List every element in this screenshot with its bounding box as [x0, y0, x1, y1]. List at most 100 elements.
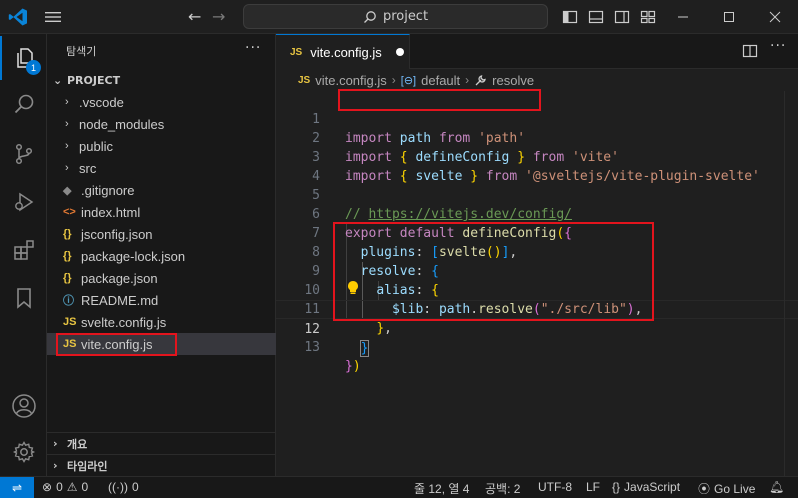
timeline-label: 타임라인 [67, 459, 108, 473]
explorer-title: 탐색기 [66, 45, 97, 58]
bell-icon: 🔔︎ [769, 480, 785, 494]
breadcrumb: JS vite.config.js › [⊖] default › resolv… [276, 69, 798, 91]
tree-item-package-lock[interactable]: {} package-lock.json [47, 245, 276, 267]
status-bar: ⇌ ⊗ 0 ⚠ 0 ((·)) 0 줄 12, 열 4 공백: 2 UTF-8 … [0, 476, 798, 498]
braces-icon: {} [612, 480, 621, 494]
code-text: }) [345, 359, 361, 374]
close-button[interactable] [752, 0, 798, 34]
tree-item-package-json[interactable]: {} package.json [47, 267, 276, 289]
chevron-down-icon: ⌄ [53, 73, 63, 87]
code-line: 8 resolve: { [276, 224, 798, 279]
source-control-button[interactable] [0, 132, 47, 176]
tree-item-gitignore[interactable]: ◆ .gitignore [47, 179, 276, 201]
close-icon [769, 11, 781, 23]
search-view-button[interactable] [0, 82, 47, 126]
js-icon: JS [63, 338, 77, 350]
language-text: JavaScript [624, 480, 681, 494]
info-icon: ⓘ [63, 295, 74, 307]
tab-vite-config[interactable]: JS vite.config.js [276, 34, 410, 69]
tree-item-label: jsconfig.json [81, 226, 153, 242]
tree-item-label: README.md [81, 292, 159, 308]
warning-count: 0 [81, 480, 89, 494]
language-mode[interactable]: {} JavaScript [612, 480, 680, 494]
editor-area: JS vite.config.js ··· JS vite.config.js … [276, 34, 798, 476]
tree-item-jsconfig[interactable]: {} jsconfig.json [47, 223, 276, 245]
tree-item-vite-config[interactable]: JS vite.config.js [47, 333, 276, 355]
tree-item-index-html[interactable]: <> index.html [47, 201, 276, 223]
minimize-button[interactable] [660, 0, 706, 34]
account-button[interactable] [0, 384, 47, 428]
chevron-right-icon: › [391, 73, 396, 87]
overview-ruler[interactable] [784, 91, 798, 476]
remote-indicator[interactable]: ⇌ [0, 477, 34, 498]
cursor-position-text: 줄 12, 열 4 [414, 482, 470, 496]
tree-item-label: src [79, 160, 97, 176]
explorer-sidebar: 탐색기 ··· ⌄ PROJECT › .vscode › node_modul… [47, 34, 276, 476]
unsaved-dot-icon[interactable] [395, 48, 404, 56]
split-editor-icon[interactable] [742, 43, 758, 59]
command-center-search[interactable]: project [243, 4, 548, 29]
minimize-icon [678, 16, 688, 18]
json-icon: {} [63, 272, 72, 284]
tree-item-src[interactable]: › src [47, 157, 276, 179]
more-actions-icon[interactable]: ··· [770, 38, 786, 54]
js-icon: JS [63, 316, 77, 328]
toggle-sidebar-icon[interactable] [562, 9, 578, 25]
json-icon: {} [63, 250, 72, 262]
radio-tower-icon: ⦿ [698, 482, 711, 496]
tree-item-label: public [79, 138, 113, 154]
code-line: 4 [276, 148, 798, 184]
notifications-button[interactable]: 🔔︎ [769, 480, 784, 494]
settings-button[interactable] [0, 430, 47, 474]
vscode-logo-icon [8, 8, 28, 26]
project-folder-header[interactable]: ⌄ PROJECT [47, 69, 276, 91]
maximize-button[interactable] [706, 0, 752, 34]
breadcrumb-symbol-default[interactable]: default [421, 73, 460, 88]
ports-indicator[interactable]: ((·)) 0 [108, 480, 139, 494]
forward-arrow-icon[interactable]: → [212, 7, 230, 27]
code-line: 6 export default defineConfig({ [276, 186, 798, 241]
end-of-line[interactable]: LF [586, 480, 600, 494]
run-debug-button[interactable] [0, 180, 47, 224]
explorer-button[interactable]: 1 [0, 36, 47, 80]
indentation-text: 공백: 2 [485, 482, 521, 496]
chevron-right-icon: › [65, 140, 69, 152]
tree-item-readme[interactable]: ⓘ README.md [47, 289, 276, 311]
tree-item-svelte-config[interactable]: JS svelte.config.js [47, 311, 276, 333]
bookmark-icon [16, 288, 31, 309]
tree-item-label: .gitignore [81, 182, 135, 198]
account-icon [11, 394, 36, 418]
toggle-secondary-sidebar-icon[interactable] [614, 9, 630, 25]
bookmarks-button[interactable] [0, 276, 47, 320]
tree-item-label: .vscode [79, 94, 124, 110]
ports-count: 0 [131, 480, 139, 494]
code-line: 7 plugins: [svelte()], [276, 205, 798, 260]
menu-icon[interactable] [44, 9, 62, 25]
problems-indicator[interactable]: ⊗ 0 ⚠ 0 [42, 480, 88, 494]
code-text: } [359, 340, 370, 357]
tree-item-vscode[interactable]: › .vscode [47, 91, 276, 113]
search-text: project [382, 9, 429, 24]
breadcrumb-file[interactable]: vite.config.js [315, 73, 387, 88]
extensions-button[interactable] [0, 228, 47, 272]
wrench-icon [475, 74, 486, 85]
back-arrow-icon[interactable]: ← [188, 7, 206, 27]
customize-layout-icon[interactable] [640, 9, 656, 25]
toggle-panel-icon[interactable] [588, 9, 604, 25]
more-actions-icon[interactable]: ··· [245, 40, 261, 56]
tree-item-node-modules[interactable]: › node_modules [47, 113, 276, 135]
tree-item-public[interactable]: › public [47, 135, 276, 157]
git-icon: ◆ [63, 184, 72, 197]
timeline-section[interactable]: › 타임라인 [47, 454, 276, 476]
warning-icon: ⚠ [66, 480, 78, 494]
tree-item-label: svelte.config.js [81, 314, 167, 330]
go-live-button[interactable]: ⦿ Go Live [698, 480, 755, 497]
breadcrumb-symbol-resolve[interactable]: resolve [492, 73, 534, 88]
encoding[interactable]: UTF-8 [538, 480, 572, 494]
indentation[interactable]: 공백: 2 [485, 480, 520, 497]
cursor-position[interactable]: 줄 12, 열 4 [414, 480, 469, 497]
run-debug-icon [14, 192, 33, 212]
error-icon: ⊗ [42, 480, 53, 494]
outline-section[interactable]: › 개요 [47, 432, 276, 454]
lightbulb-icon[interactable] [346, 280, 360, 296]
